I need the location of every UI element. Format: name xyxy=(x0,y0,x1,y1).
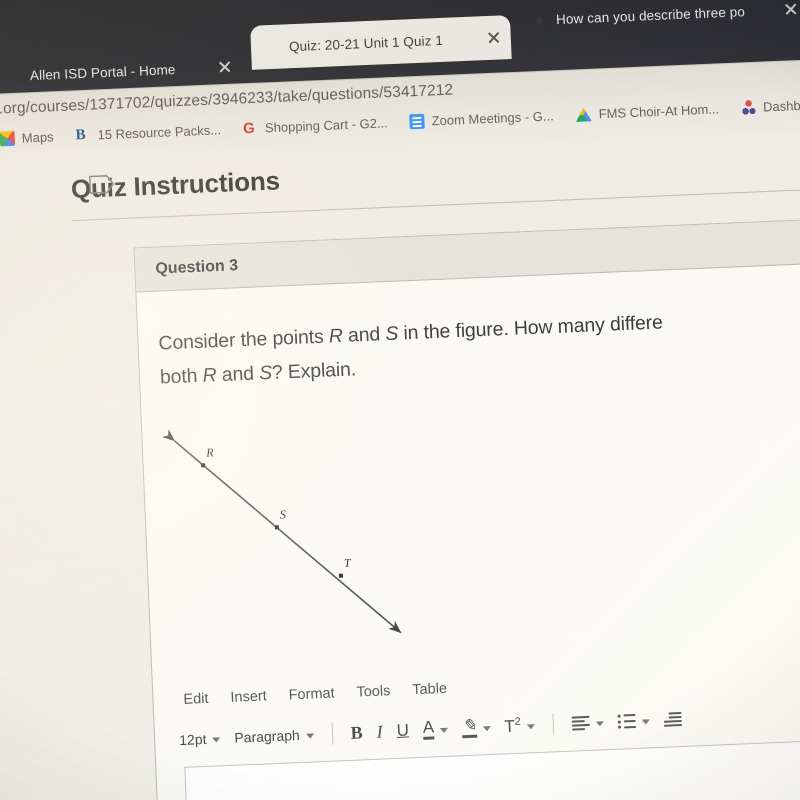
bold-button[interactable]: B xyxy=(350,722,363,743)
question-header: Question 3 xyxy=(134,215,800,293)
bitmoji-icon: B xyxy=(75,126,86,144)
question-card: Question 3 Consider the points R and S i… xyxy=(133,214,800,800)
chevron-down-icon xyxy=(482,725,491,731)
figure-label-s: S xyxy=(280,507,287,521)
bookmark-shopping-cart[interactable]: G Shopping Cart - G2... xyxy=(242,115,389,138)
menu-insert[interactable]: Insert xyxy=(230,688,267,706)
google-icon xyxy=(532,12,548,28)
bookmark-dashboard[interactable]: Dashb xyxy=(740,97,800,116)
question-number: Question 3 xyxy=(155,256,239,278)
google-maps-icon xyxy=(0,131,15,147)
tab-title: Quiz: 20-21 Unit 1 Quiz 1 xyxy=(288,32,444,54)
figure-line xyxy=(162,429,402,634)
tab-title: Allen ISD Portal - Home xyxy=(29,61,176,83)
bookmark-label: Dashb xyxy=(762,97,800,115)
bookmark-zoom-meetings[interactable]: Zoom Meetings - G... xyxy=(409,108,554,130)
canvas-icon xyxy=(740,99,757,116)
toolbar-divider xyxy=(331,722,334,745)
editor-menubar: Edit Insert Format Tools Table xyxy=(183,681,447,708)
question-text-part: and xyxy=(216,361,260,386)
font-size-value: 12pt xyxy=(178,730,207,749)
question-text: Consider the points R and S in the figur… xyxy=(158,290,800,395)
close-icon[interactable] xyxy=(782,0,800,19)
paragraph-style-select[interactable]: Paragraph xyxy=(234,726,314,746)
question-text-part: and xyxy=(342,323,386,347)
bookmark-label: 15 Resource Packs... xyxy=(97,122,222,143)
google-drive-icon xyxy=(575,107,592,122)
menu-tools[interactable]: Tools xyxy=(356,683,390,700)
indent-icon[interactable] xyxy=(663,712,683,727)
geometry-figure: R S T xyxy=(162,429,402,634)
italic-button[interactable]: I xyxy=(376,721,383,742)
align-button[interactable] xyxy=(571,715,605,731)
flag-outline-icon[interactable] xyxy=(88,174,115,194)
menu-table[interactable]: Table xyxy=(412,681,447,698)
menu-edit[interactable]: Edit xyxy=(183,691,209,708)
question-text-part: in the figure. How many differe xyxy=(397,311,664,345)
superscript-icon: T2 xyxy=(504,715,521,736)
font-size-select[interactable]: 12pt xyxy=(179,730,221,748)
bullet-list-button[interactable] xyxy=(617,713,651,729)
chevron-down-icon xyxy=(595,720,604,727)
paragraph-style-value: Paragraph xyxy=(234,727,301,746)
figure-point-t xyxy=(338,573,344,578)
question-text-part: both xyxy=(159,364,204,389)
toolbar-divider xyxy=(552,713,555,736)
chevron-down-icon xyxy=(440,727,449,733)
bookmark-label: Shopping Cart - G2... xyxy=(264,115,389,136)
google-icon: G xyxy=(242,119,256,138)
bookmark-label: FMS Choir-At Hom... xyxy=(598,101,720,122)
chevron-down-icon xyxy=(526,723,536,729)
question-text-part: ? Explain. xyxy=(271,357,357,384)
zoom-icon xyxy=(409,113,425,130)
quiz-page: Quiz Instructions Question 3 Consider th… xyxy=(0,126,800,800)
bulleted-list-icon xyxy=(617,713,637,729)
point-label-s: S xyxy=(384,322,399,346)
text-color-button[interactable]: A xyxy=(422,717,449,740)
figure-label-t: T xyxy=(344,556,353,570)
bookmark-fms-choir[interactable]: FMS Choir-At Hom... xyxy=(575,101,719,122)
figure-point-s xyxy=(274,525,279,530)
screenshot-photo: Allen ISD Portal - Home Quiz: 20-21 Unit… xyxy=(0,0,800,800)
bookmark-label: Zoom Meetings - G... xyxy=(431,108,554,129)
bookmark-maps[interactable]: Maps xyxy=(0,129,54,146)
bookmark-resource-packs[interactable]: B 15 Resource Packs... xyxy=(75,122,221,143)
menu-format[interactable]: Format xyxy=(288,686,335,704)
chevron-down-icon xyxy=(641,718,650,725)
close-icon[interactable] xyxy=(215,58,234,77)
question-text-part: Consider the points xyxy=(158,325,330,355)
point-label-r: R xyxy=(202,363,217,387)
point-label-r: R xyxy=(328,324,344,348)
point-label-s: S xyxy=(258,361,273,384)
bookmark-label: Maps xyxy=(21,129,54,146)
tab-title: How can you describe three po xyxy=(555,3,746,27)
editor-toolbar: 12pt Paragraph B I U A ✎ T2 xyxy=(179,708,683,751)
allen-isd-icon xyxy=(6,68,22,84)
chevron-down-icon xyxy=(212,736,221,743)
canvas-icon xyxy=(265,39,281,55)
highlight-color-button[interactable]: ✎ xyxy=(462,716,491,739)
underline-button[interactable]: U xyxy=(396,720,409,740)
align-left-icon xyxy=(571,715,591,731)
highlighter-icon: ✎ xyxy=(462,716,477,739)
close-icon[interactable] xyxy=(484,28,503,47)
superscript-button[interactable]: T2 xyxy=(504,715,536,737)
chevron-down-icon xyxy=(305,732,314,739)
figure-label-r: R xyxy=(205,445,215,459)
text-color-icon: A xyxy=(422,717,435,740)
figure-point-r xyxy=(201,463,206,468)
